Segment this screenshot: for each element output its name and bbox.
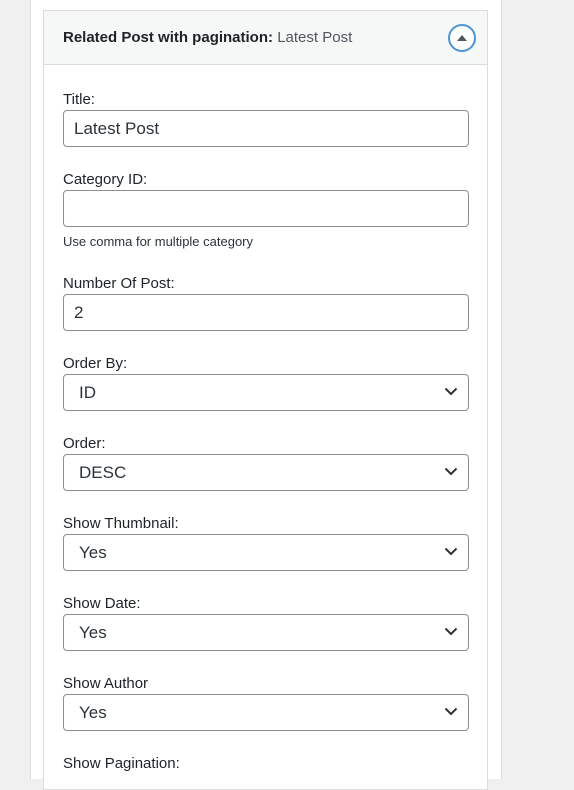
chevron-down-icon [444,387,458,396]
title-field: Title: [63,65,469,147]
widget-header[interactable]: Related Post with pagination: Latest Pos… [44,11,487,65]
category-help-text: Use comma for multiple category [63,234,254,249]
order-label: Order: [63,435,106,452]
category-input[interactable] [63,190,469,227]
caret-up-icon [457,35,467,41]
category-label: Category ID: [63,171,148,188]
widget-instance-title: Latest Post [277,29,353,46]
chevron-down-icon [444,467,458,476]
title-label: Title: [63,91,95,108]
widget-panel: Related Post with pagination: Latest Pos… [43,10,488,790]
chevron-down-icon [444,627,458,636]
show-pagination-label: Show Pagination: [63,755,180,772]
show-date-select[interactable]: Yes [63,614,469,651]
show-author-selected-value: Yes [79,702,107,722]
order-by-select[interactable]: ID [63,374,469,411]
show-author-label: Show Author [63,675,149,692]
show-pagination-field: Show Pagination: [63,731,468,772]
show-thumbnail-select[interactable]: Yes [63,534,469,571]
order-select[interactable]: DESC [63,454,469,491]
show-thumbnail-selected-value: Yes [79,542,107,562]
widget-title: Related Post with pagination: Latest Pos… [63,29,353,46]
show-thumbnail-label: Show Thumbnail: [63,515,179,532]
show-date-selected-value: Yes [79,622,107,642]
order-by-selected-value: ID [79,382,96,402]
order-selected-value: DESC [79,462,127,482]
order-by-field: Order By: ID [63,331,469,411]
order-field: Order: DESC [63,411,469,491]
show-thumbnail-field: Show Thumbnail: Yes [63,491,469,571]
show-author-select[interactable]: Yes [63,694,469,731]
show-date-label: Show Date: [63,595,141,612]
order-by-label: Order By: [63,355,128,372]
show-author-field: Show Author Yes [63,651,469,731]
chevron-down-icon [444,707,458,716]
chevron-down-icon [444,547,458,556]
number-of-post-label: Number Of Post: [63,275,175,292]
number-of-post-input[interactable] [63,294,469,331]
widget-toggle-button[interactable] [448,24,476,52]
title-input[interactable] [63,110,469,147]
category-field: Category ID: Use comma for multiple cate… [63,147,469,249]
show-date-field: Show Date: Yes [63,571,469,651]
number-of-post-field: Number Of Post: [63,249,469,331]
widget-form: Title: Category ID: Use comma for multip… [44,65,487,772]
